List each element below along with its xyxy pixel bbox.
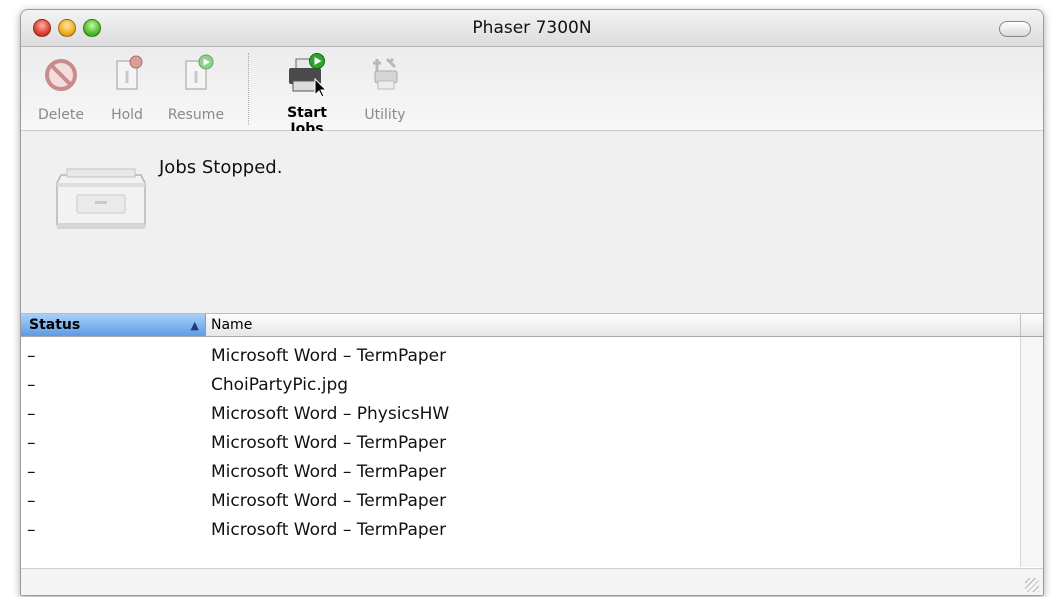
printer-status-area: Jobs Stopped. bbox=[21, 131, 1043, 314]
table-row[interactable]: – Microsoft Word – TermPaper bbox=[21, 342, 1016, 371]
name-column-header[interactable]: Name bbox=[211, 314, 252, 336]
job-status: – bbox=[27, 346, 36, 366]
status-column-header[interactable]: Status ▲ bbox=[21, 314, 206, 336]
utility-label: Utility bbox=[364, 107, 406, 123]
status-column-label: Status bbox=[29, 317, 81, 333]
start-jobs-button[interactable]: Start Jobs bbox=[269, 53, 345, 137]
sort-ascending-icon: ▲ bbox=[190, 319, 199, 332]
table-row[interactable]: – Microsoft Word – TermPaper bbox=[21, 429, 1016, 458]
job-name: Microsoft Word – TermPaper bbox=[211, 491, 447, 511]
table-row[interactable]: – Microsoft Word – PhysicsHW bbox=[21, 400, 1016, 429]
toolbar-separator bbox=[248, 53, 249, 125]
printer-start-icon bbox=[285, 53, 329, 98]
table-row[interactable]: – Microsoft Word – TermPaper bbox=[21, 487, 1016, 516]
no-entry-icon bbox=[41, 53, 81, 93]
job-name: Microsoft Word – PhysicsHW bbox=[211, 404, 450, 424]
hold-label: Hold bbox=[111, 107, 143, 123]
vertical-scrollbar[interactable] bbox=[1020, 337, 1043, 567]
title-bar[interactable]: Phaser 7300N bbox=[21, 10, 1043, 47]
job-status: – bbox=[27, 404, 36, 424]
printer-utility-icon bbox=[365, 53, 405, 93]
job-status: – bbox=[27, 462, 36, 482]
resize-grip-icon[interactable] bbox=[1025, 578, 1039, 592]
delete-button[interactable]: Delete bbox=[29, 53, 93, 123]
job-name: Microsoft Word – TermPaper bbox=[211, 520, 447, 540]
job-status: – bbox=[27, 375, 36, 395]
printer-queue-window: Phaser 7300N Delete Hold Resume Start Jo… bbox=[20, 9, 1044, 596]
header-divider bbox=[1020, 314, 1021, 336]
bottom-bar bbox=[21, 568, 1043, 595]
job-name: ChoiPartyPic.jpg bbox=[211, 375, 349, 395]
table-header: Status ▲ Name bbox=[21, 314, 1043, 337]
resume-button[interactable]: Resume bbox=[164, 53, 228, 123]
table-row[interactable]: – Microsoft Word – TermPaper bbox=[21, 516, 1016, 545]
status-message: Jobs Stopped. bbox=[159, 157, 283, 178]
toolbar-toggle-button[interactable] bbox=[999, 21, 1031, 37]
document-resume-icon bbox=[176, 53, 216, 93]
job-status: – bbox=[27, 433, 36, 453]
jobs-list: – Microsoft Word – TermPaper – ChoiParty… bbox=[21, 342, 1016, 545]
resume-label: Resume bbox=[167, 107, 225, 123]
delete-label: Delete bbox=[38, 107, 84, 123]
jobs-table: Status ▲ Name – Microsoft Word – TermPap… bbox=[21, 314, 1043, 595]
table-row[interactable]: – Microsoft Word – TermPaper bbox=[21, 458, 1016, 487]
hold-button[interactable]: Hold bbox=[95, 53, 159, 123]
printer-icon bbox=[55, 161, 147, 237]
document-hold-icon bbox=[107, 53, 147, 93]
table-row[interactable]: – ChoiPartyPic.jpg bbox=[21, 371, 1016, 400]
job-status: – bbox=[27, 491, 36, 511]
job-name: Microsoft Word – TermPaper bbox=[211, 346, 447, 366]
job-status: – bbox=[27, 520, 36, 540]
toolbar: Delete Hold Resume Start Jobs Utility bbox=[21, 47, 1043, 137]
window-title: Phaser 7300N bbox=[472, 18, 592, 38]
utility-button[interactable]: Utility bbox=[353, 53, 417, 123]
job-name: Microsoft Word – TermPaper bbox=[211, 433, 447, 453]
job-name: Microsoft Word – TermPaper bbox=[211, 462, 447, 482]
